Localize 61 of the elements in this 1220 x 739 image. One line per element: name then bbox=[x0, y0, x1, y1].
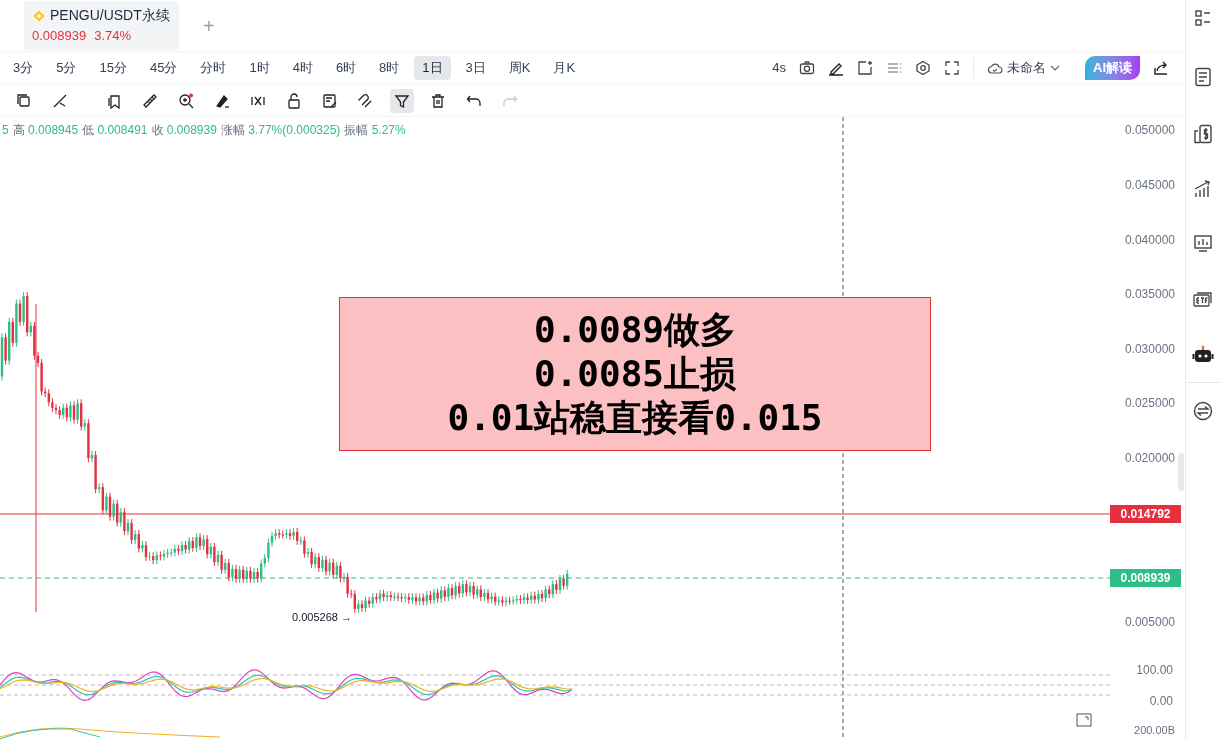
filter-icon[interactable] bbox=[390, 88, 414, 113]
symbol-tab[interactable]: PENGU/USDT永续 0.008939 3.74% bbox=[24, 1, 179, 50]
symbol-name: PENGU/USDT永续 bbox=[50, 6, 170, 26]
timeframe-tab[interactable]: 45分 bbox=[141, 56, 186, 80]
legend-item: 低 0.008491 bbox=[82, 122, 148, 139]
price-axis-label: 0.035000 bbox=[1124, 286, 1175, 303]
price-axis-label: 0.050000 bbox=[1124, 122, 1175, 139]
add-frame-icon[interactable] bbox=[857, 60, 873, 76]
price-axis-label: 0.025000 bbox=[1124, 395, 1175, 412]
dollar-document-icon[interactable] bbox=[1193, 124, 1213, 144]
price-axis-label: 0.020000 bbox=[1124, 450, 1175, 467]
cloud-icon bbox=[987, 62, 1003, 74]
note-text: 0.0085止损 bbox=[533, 352, 736, 396]
share-icon[interactable] bbox=[1153, 60, 1169, 76]
legend-item: 涨幅 3.77%(0.000325) bbox=[220, 122, 341, 139]
timeframe-tab[interactable]: 月K bbox=[545, 56, 584, 80]
chevron-down-icon bbox=[1050, 64, 1060, 72]
legend-item: 振幅 5.27% bbox=[344, 122, 406, 139]
low-price-label: 0.005268 → bbox=[292, 610, 352, 625]
price-axis-label: 0.005000 bbox=[1124, 614, 1175, 631]
note-text: 0.0089做多 bbox=[533, 308, 736, 352]
tab-change: 3.74% bbox=[94, 27, 132, 46]
legend-item: 5 bbox=[2, 122, 9, 139]
interval-label[interactable]: 4s bbox=[772, 58, 786, 78]
timeframe-tab[interactable]: 3分 bbox=[5, 56, 42, 80]
price-axis-label: 0.045000 bbox=[1124, 177, 1175, 194]
timeframe-tab[interactable]: 6时 bbox=[327, 56, 365, 80]
legend-item: 高 0.008945 bbox=[12, 122, 79, 139]
trend-bars-icon[interactable] bbox=[1193, 179, 1213, 199]
grid-list-icon[interactable] bbox=[1194, 9, 1212, 27]
swap-icon[interactable] bbox=[1193, 401, 1213, 421]
timeframe-tab[interactable]: 8时 bbox=[371, 56, 408, 80]
timeframe-tab[interactable]: 周K bbox=[500, 56, 539, 80]
volume-axis-label: 200.00B bbox=[1134, 724, 1175, 737]
legend-item: 收 0.008939 bbox=[151, 122, 217, 139]
price-tag: 0.008939 bbox=[1110, 569, 1181, 587]
timeframe-tab[interactable]: 1日 bbox=[414, 56, 451, 80]
document-icon[interactable] bbox=[1194, 67, 1212, 87]
collapse-handle[interactable] bbox=[1178, 453, 1184, 491]
camera-icon[interactable] bbox=[799, 60, 815, 76]
layout-dropdown[interactable]: 未命名 bbox=[987, 58, 1060, 78]
oscillator-axis-label: 0.00 bbox=[1149, 693, 1173, 710]
settings-icon[interactable] bbox=[915, 60, 931, 76]
expand-icon[interactable] bbox=[1076, 713, 1092, 727]
timeframe-tab[interactable]: 1时 bbox=[241, 56, 278, 80]
timeframe-tab[interactable]: 4时 bbox=[284, 56, 321, 80]
price-tag: 0.014792 bbox=[1110, 505, 1181, 523]
note-text: 0.01站稳直接看0.015 bbox=[447, 396, 823, 440]
timeframe-tab[interactable]: 分时 bbox=[192, 56, 235, 80]
timeframe-tab[interactable]: 15分 bbox=[91, 56, 135, 80]
price-axis-label: 0.040000 bbox=[1124, 232, 1175, 249]
etf-icon[interactable] bbox=[1193, 290, 1213, 308]
robot-icon[interactable] bbox=[1192, 344, 1214, 364]
monitor-chart-icon[interactable] bbox=[1193, 234, 1213, 254]
timeframe-tab[interactable]: 5分 bbox=[48, 56, 85, 80]
price-axis-label: 0.030000 bbox=[1124, 341, 1175, 358]
timeframe-tab[interactable]: 3日 bbox=[457, 56, 494, 80]
fullscreen-icon[interactable] bbox=[944, 60, 960, 76]
oscillator-axis-label: 100.00 bbox=[1136, 662, 1173, 679]
coin-icon bbox=[32, 8, 46, 23]
tab-price: 0.008939 bbox=[32, 27, 87, 46]
